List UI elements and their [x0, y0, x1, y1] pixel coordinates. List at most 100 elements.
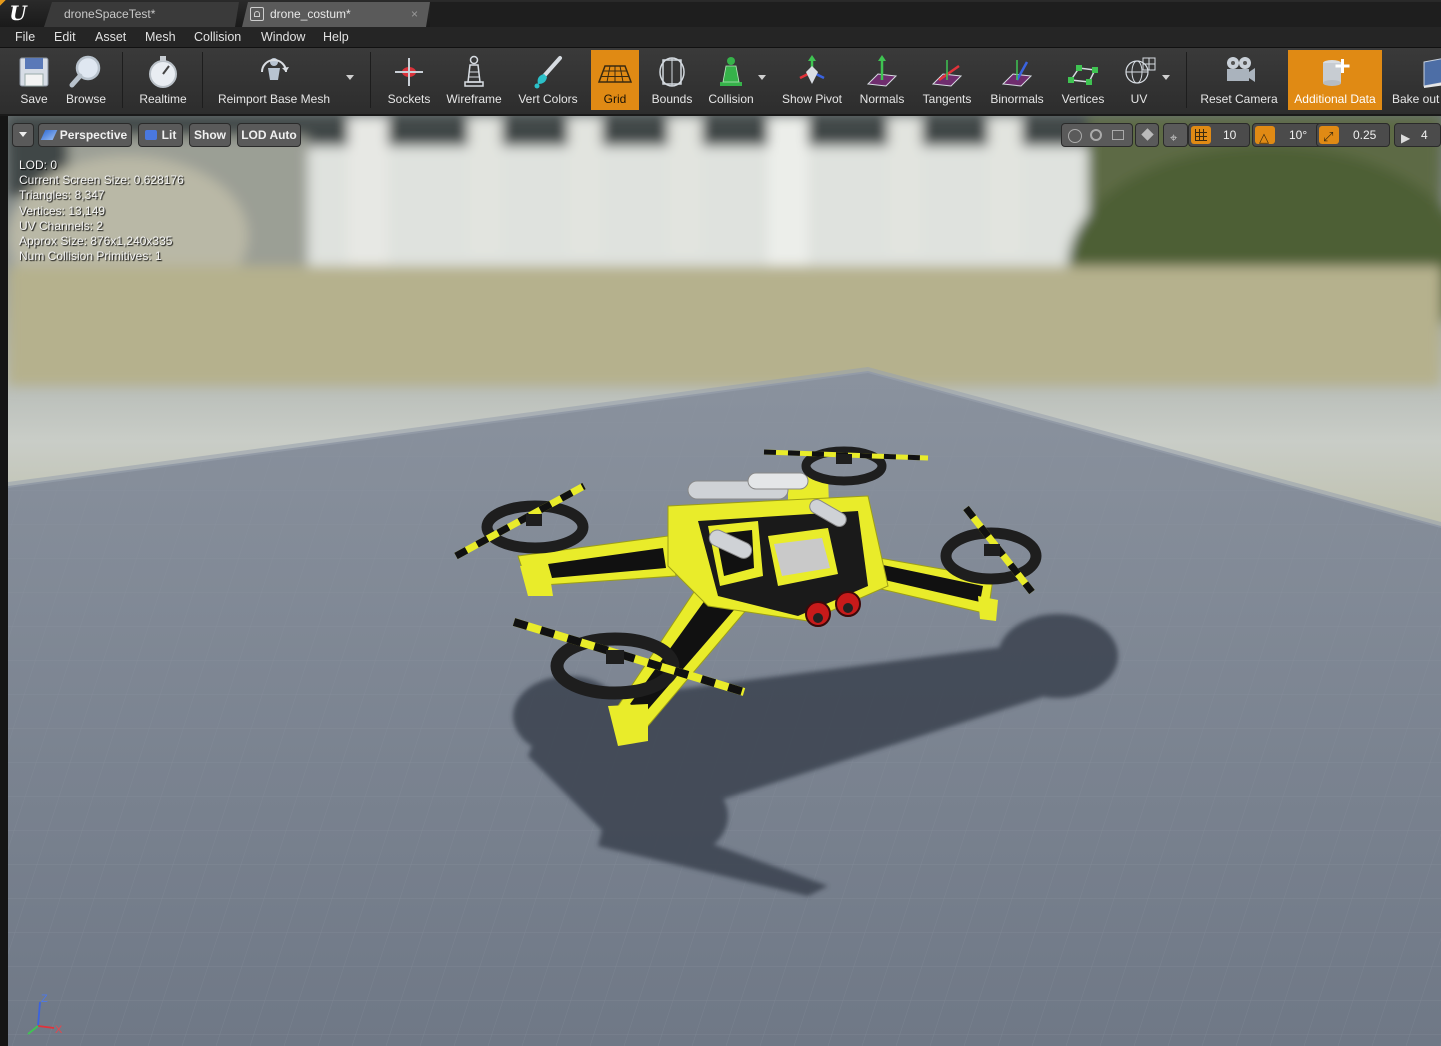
- pivot-gizmo-icon: [799, 55, 825, 84]
- tab-bar: U droneSpaceTest* drone_costum* ×: [0, 0, 1441, 27]
- surface-snap-button[interactable]: ⌖: [1163, 123, 1188, 147]
- menu-bar: File Edit Asset Mesh Collision Window He…: [0, 27, 1441, 48]
- perspective-icon: [40, 130, 58, 140]
- view-mode-lit-button[interactable]: Lit: [138, 123, 183, 147]
- menu-file[interactable]: File: [15, 28, 35, 46]
- sockets-button[interactable]: Sockets: [380, 50, 438, 110]
- stat-approx-size: Approx Size: 876x1,240x335: [19, 234, 173, 249]
- tab-drone-space-test[interactable]: droneSpaceTest*: [44, 2, 239, 27]
- grid-snap-group[interactable]: 10: [1188, 123, 1250, 147]
- rotation-snap-value: 10°: [1289, 128, 1308, 142]
- paint-brush-icon: [534, 56, 562, 89]
- grid-toggle-button[interactable]: Grid: [591, 50, 639, 110]
- axis-x-label: X: [55, 1024, 63, 1036]
- menu-edit[interactable]: Edit: [54, 28, 76, 46]
- camera-icon: [1227, 57, 1255, 82]
- show-flags-button[interactable]: Show: [189, 123, 231, 147]
- background-building: [8, 116, 1441, 386]
- viewport-options-button[interactable]: [12, 123, 34, 147]
- rotate-icon[interactable]: [1090, 129, 1102, 141]
- reset-camera-button[interactable]: Reset Camera: [1196, 50, 1282, 110]
- normals-icon: [866, 55, 898, 87]
- binormals-icon: [1001, 60, 1033, 87]
- angle-icon: △: [1259, 130, 1269, 145]
- camera-speed-group[interactable]: ▶ 4: [1394, 123, 1441, 147]
- tangents-button[interactable]: Tangents: [916, 50, 978, 110]
- camera-speed-icon: ▶: [1401, 131, 1411, 145]
- book-icon: [1423, 58, 1441, 88]
- vertices-button[interactable]: Vertices: [1056, 50, 1110, 110]
- lit-sphere-icon: [144, 130, 157, 140]
- stat-collision-primitives: Num Collision Primitives: 1: [19, 249, 162, 264]
- world-cube-icon: [1141, 128, 1154, 141]
- scale-snap-group[interactable]: ⤢ 0.25: [1316, 123, 1390, 147]
- tab-label: drone_costum*: [270, 7, 351, 21]
- chevron-down-icon: [19, 132, 27, 137]
- collision-dropdown-chevron-icon[interactable]: [758, 75, 766, 80]
- grid-icon: [1195, 129, 1207, 141]
- rotation-snap-group[interactable]: △ 10°: [1252, 123, 1322, 147]
- reimport-base-mesh-button[interactable]: Reimport Base Mesh: [212, 50, 336, 110]
- normals-button[interactable]: Normals: [854, 50, 910, 110]
- perspective-button[interactable]: Perspective: [38, 123, 132, 147]
- mesh-stats-overlay: LOD: 0 Current Screen Size: 0.628176 Tri…: [19, 158, 184, 264]
- realtime-button[interactable]: Realtime: [132, 50, 194, 110]
- tab-close-icon[interactable]: ×: [411, 2, 418, 26]
- translate-icon[interactable]: [1068, 129, 1082, 143]
- viewport[interactable]: Perspective Lit Show LOD Auto ⌖ 10 △ 10°…: [8, 116, 1441, 1046]
- menu-window[interactable]: Window: [261, 28, 305, 46]
- collision-button[interactable]: Collision: [702, 50, 760, 110]
- stat-vertices: Vertices: 13,149: [19, 203, 106, 218]
- scale-icon[interactable]: [1112, 130, 1124, 140]
- tab-drone-costum[interactable]: drone_costum* ×: [242, 2, 430, 27]
- toolbar-separator: [202, 52, 203, 108]
- menu-help[interactable]: Help: [323, 28, 349, 46]
- menu-mesh[interactable]: Mesh: [145, 28, 176, 46]
- vertices-icon: [1068, 65, 1098, 85]
- tangents-icon: [931, 60, 963, 87]
- wireframe-button[interactable]: Wireframe: [442, 50, 506, 110]
- coordinate-system-button[interactable]: [1135, 123, 1159, 147]
- wireframe-pawn-icon: [464, 55, 484, 87]
- bounds-button[interactable]: Bounds: [644, 50, 700, 110]
- stat-uv-channels: UV Channels: 2: [19, 218, 104, 233]
- socket-icon: [395, 58, 423, 86]
- bake-out-button[interactable]: Bake out: [1386, 50, 1441, 110]
- surface-snap-icon: ⌖: [1170, 130, 1178, 145]
- menu-collision[interactable]: Collision: [194, 28, 241, 46]
- grid-icon: [597, 65, 633, 83]
- reimport-dropdown-chevron-icon[interactable]: [346, 75, 354, 80]
- scale-snap-value: 0.25: [1353, 128, 1377, 142]
- save-icon: [19, 57, 49, 87]
- collision-pawn-icon: [720, 57, 742, 86]
- grid-snap-value: 10: [1223, 128, 1237, 142]
- toolbar-separator: [370, 52, 371, 108]
- toolbar: Save Browse Realtime Reimport Base Mesh: [0, 48, 1441, 116]
- bounds-icon: [659, 57, 685, 87]
- viewport-scene[interactable]: [8, 116, 1441, 1046]
- stat-triangles: Triangles: 8,347: [19, 188, 105, 203]
- transform-mode-group: [1061, 123, 1133, 147]
- stopwatch-icon: [149, 56, 177, 88]
- menu-asset[interactable]: Asset: [95, 28, 126, 46]
- axis-z-label: Z: [41, 993, 48, 1005]
- unreal-logo-icon: U: [9, 1, 27, 25]
- uv-button[interactable]: UV: [1116, 50, 1162, 110]
- vert-colors-button[interactable]: Vert Colors: [512, 50, 584, 110]
- uv-dropdown-chevron-icon[interactable]: [1162, 75, 1170, 80]
- tab-bar-empty-area: [430, 2, 1441, 27]
- toolbar-separator: [122, 52, 123, 108]
- scale-arrow-icon: ⤢: [1323, 129, 1334, 144]
- show-pivot-button[interactable]: Show Pivot: [776, 50, 848, 110]
- lod-auto-button[interactable]: LOD Auto: [237, 123, 301, 147]
- browse-button[interactable]: Browse: [60, 50, 112, 110]
- additional-data-button[interactable]: Additional Data: [1288, 50, 1382, 110]
- toolbar-separator: [1186, 52, 1187, 108]
- stat-lod: LOD: 0: [19, 158, 58, 172]
- save-button[interactable]: Save: [8, 50, 60, 110]
- binormals-button[interactable]: Binormals: [984, 50, 1050, 110]
- static-mesh-icon: [250, 7, 264, 21]
- stat-screen-size: Current Screen Size: 0.628176: [19, 173, 184, 188]
- axis-gizmo-icon: Z X: [27, 993, 63, 1036]
- magnifier-icon: [69, 55, 101, 88]
